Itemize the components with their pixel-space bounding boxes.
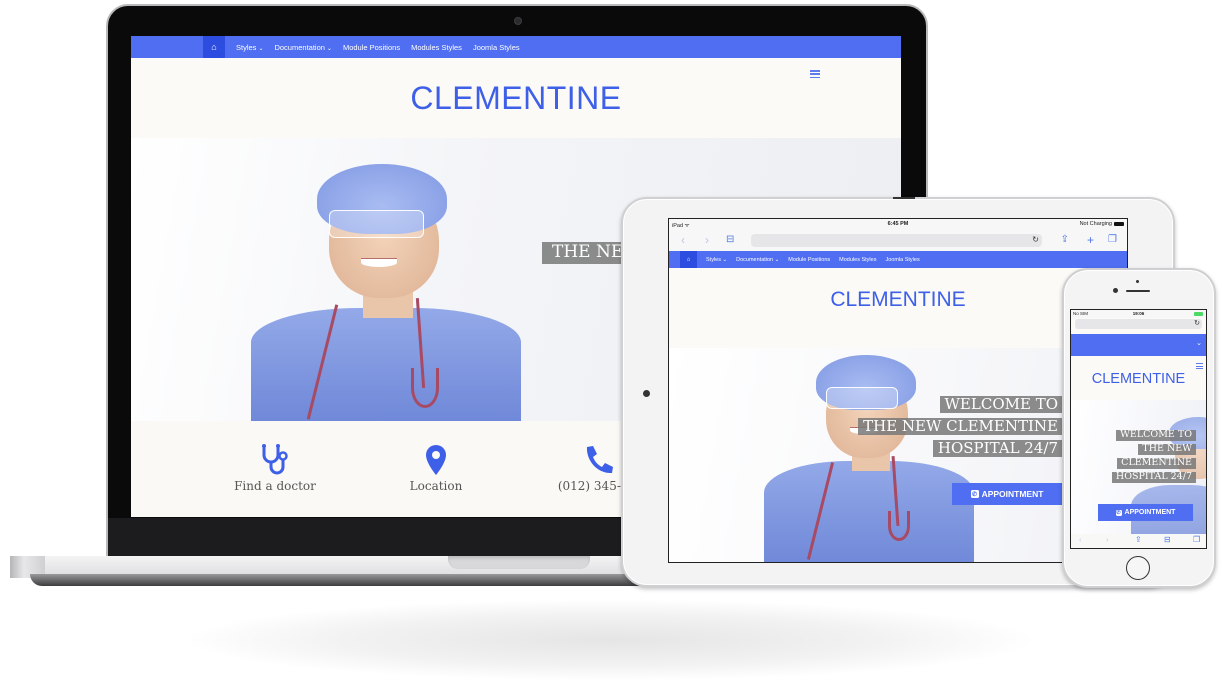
home-icon: ⌂ — [686, 256, 691, 263]
tabs-icon[interactable]: ❐ — [1193, 535, 1200, 544]
safari-bottom-toolbar: ‹ › ⇪ ⊟ ❐ — [1071, 534, 1206, 548]
mobile-nav-bar[interactable]: ⌄ — [1071, 334, 1206, 356]
nav-item-styles[interactable]: Styles ⌄ — [236, 43, 263, 52]
feature-find-doctor[interactable]: Find a doctor — [205, 443, 345, 493]
nav-item-joomla-styles[interactable]: Joomla Styles — [885, 257, 919, 263]
hero-line-1: WELCOME TO — [1116, 429, 1196, 441]
tablet-screen: iPad ᯤ 6:45 PM Not Charging ‹ › ⊟ ↻ ⇪ + … — [668, 218, 1128, 563]
hero-line-2: THE NEW CLEMENTINE — [858, 417, 1063, 436]
phone-home-button[interactable] — [1126, 556, 1150, 580]
phone-speaker — [1126, 290, 1150, 292]
laptop-base-bottom — [30, 574, 650, 586]
hero-line-2: THE NEW — [1138, 443, 1196, 455]
battery-icon — [1114, 222, 1124, 226]
phone-icon: ✆ — [1115, 509, 1122, 516]
nav-item-modules-styles[interactable]: Modules Styles — [411, 43, 462, 52]
bookmarks-icon[interactable]: ⊟ — [726, 233, 734, 247]
hero-headline: THE NE — [542, 242, 634, 264]
laptop-camera — [514, 17, 522, 25]
nav-item-joomla-styles[interactable]: Joomla Styles — [473, 43, 520, 52]
chevron-down-icon[interactable]: ⌄ — [1196, 339, 1202, 347]
back-icon[interactable]: ‹ — [681, 233, 685, 247]
bookmarks-icon[interactable]: ⊟ — [1164, 535, 1171, 544]
tablet-camera — [893, 197, 915, 199]
tablet-front-camera — [643, 390, 650, 397]
tabs-icon[interactable]: ❐ — [1108, 233, 1117, 247]
phone-sensor — [1136, 280, 1139, 283]
feature-location[interactable]: Location — [366, 443, 506, 493]
nav-home-button[interactable]: ⌂ — [203, 36, 225, 58]
phone-icon: ✆ — [970, 490, 979, 498]
hero-line-1: WELCOME TO — [939, 395, 1063, 414]
hero-line-4: HOSPITAL 24/7 — [1111, 471, 1196, 483]
site-logo[interactable]: CLEMENTINE — [1071, 371, 1206, 387]
nav-item-documentation[interactable]: Documentation ⌄ — [274, 43, 331, 52]
reload-icon[interactable]: ↻ — [1032, 233, 1039, 247]
map-pin-icon — [366, 443, 506, 477]
stethoscope-icon — [205, 443, 345, 477]
hero-line-3: CLEMENTINE — [1117, 457, 1196, 469]
site-logo[interactable]: CLEMENTINE — [131, 80, 901, 117]
ios-status-bar: No SIM 19:06 — [1071, 310, 1206, 318]
reload-icon[interactable]: ↻ — [1194, 319, 1200, 327]
phone-screen: No SIM 19:06 ↻ ⌄ CLEMENTINE WELCOME TO T… — [1070, 309, 1207, 549]
nav-item-documentation[interactable]: Documentation ⌄ — [736, 257, 779, 263]
feature-label: Find a doctor — [234, 479, 316, 493]
address-bar[interactable] — [751, 234, 1042, 247]
battery-icon — [1194, 312, 1203, 316]
home-icon: ⌂ — [211, 42, 217, 52]
safari-toolbar: ‹ › ⊟ ↻ ⇪ + ❐ — [669, 230, 1127, 251]
device-shadow — [190, 600, 1030, 680]
nav-item-module-positions[interactable]: Module Positions — [788, 257, 830, 263]
feature-label: Location — [409, 479, 463, 493]
appointment-button[interactable]: ✆ APPOINTMENT — [1098, 504, 1193, 521]
phone-camera — [1113, 288, 1118, 293]
share-icon[interactable]: ⇪ — [1135, 535, 1142, 544]
new-tab-icon[interactable]: + — [1087, 233, 1094, 247]
back-icon[interactable]: ‹ — [1079, 535, 1082, 544]
nav-item-styles[interactable]: Styles ⌄ — [706, 257, 727, 263]
nurse-photo — [251, 138, 521, 421]
site-header: CLEMENTINE — [669, 268, 1127, 348]
share-icon[interactable]: ⇪ — [1061, 233, 1069, 247]
nav-item-module-positions[interactable]: Module Positions — [343, 43, 400, 52]
hero-section: WELCOME TO THE NEW CLEMENTINE HOSPITAL 2… — [669, 348, 1127, 562]
forward-icon[interactable]: › — [1106, 535, 1109, 544]
address-bar[interactable]: ↻ — [1075, 319, 1202, 329]
appointment-button[interactable]: ✆ APPOINTMENT — [952, 483, 1062, 505]
site-header: CLEMENTINE — [131, 58, 901, 138]
hamburger-menu-icon[interactable] — [810, 70, 820, 78]
nav-home-button[interactable]: ⌂ — [680, 251, 697, 268]
nav-item-modules-styles[interactable]: Modules Styles — [839, 257, 876, 263]
hero-line-3: HOSPITAL 24/7 — [932, 439, 1063, 458]
main-nav: ⌂ Styles ⌄ Documentation ⌄ Module Position… — [131, 36, 901, 58]
chevron-down-icon: ⌄ — [326, 45, 332, 52]
hamburger-menu-icon[interactable] — [1196, 363, 1203, 369]
hero-section: WELCOME TO THE NEW CLEMENTINE HOSPITAL 2… — [1071, 400, 1206, 534]
chevron-down-icon: ⌄ — [722, 256, 728, 263]
chevron-down-icon: ⌄ — [258, 45, 264, 52]
tablet-main-nav: ⌂ Styles ⌄ Documentation ⌄ Module Positi… — [669, 251, 1127, 268]
laptop-opening-notch — [448, 556, 590, 569]
forward-icon[interactable]: › — [705, 233, 709, 247]
chevron-down-icon: ⌄ — [774, 256, 780, 263]
ios-status-bar: iPad ᯤ 6:45 PM Not Charging — [669, 219, 1127, 230]
site-logo[interactable]: CLEMENTINE — [669, 288, 1127, 312]
